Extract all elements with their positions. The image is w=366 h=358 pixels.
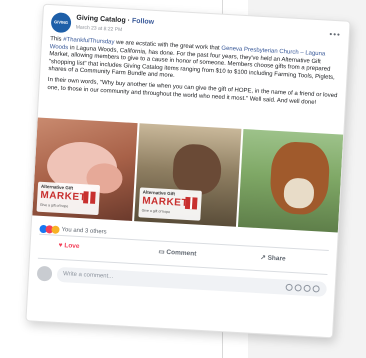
share-button[interactable]: ↗ Share <box>260 253 286 262</box>
camera-icon[interactable] <box>285 283 293 292</box>
page-avatar[interactable]: GIVING CATALOG <box>50 12 72 45</box>
gif-icon[interactable] <box>303 284 311 293</box>
page-name[interactable]: Giving Catalog <box>76 15 126 25</box>
follow-link[interactable]: Follow <box>132 18 155 26</box>
share-icon: ↗ <box>260 254 266 262</box>
post-date[interactable]: March 23 at 8:22 PM <box>76 25 123 34</box>
comment-box: Write a comment... <box>36 265 328 299</box>
comment-placeholder: Write a comment... <box>62 271 114 280</box>
heart-icon: ♥ <box>58 241 63 250</box>
cow-face-shape <box>283 177 315 210</box>
text-span: This <box>49 36 64 43</box>
love-button[interactable]: ♥ Love <box>58 242 79 250</box>
share-label: Share <box>267 254 286 263</box>
badge-sub-text: Give a gift of hope <box>39 202 69 209</box>
comment-icon: ▭ <box>158 248 165 256</box>
haha-reaction-icon <box>51 225 60 234</box>
comment-label: Comment <box>166 248 197 258</box>
badge-big-text: MARKET <box>40 189 87 204</box>
user-avatar <box>36 265 53 282</box>
photo-farming-tools[interactable]: Alternative Gift MARKET Give a gift of h… <box>134 123 242 227</box>
market-badge: Alternative Gift MARKET Give a gift of h… <box>138 187 202 221</box>
sticker-icon[interactable] <box>312 285 320 293</box>
more-options-icon[interactable]: ••• <box>329 30 341 40</box>
photo-piglets[interactable]: Alternative Gift MARKET Give a gift of h… <box>32 117 138 221</box>
photo-cow[interactable] <box>237 129 344 233</box>
page-name-line: Giving Catalog · Follow <box>76 15 154 26</box>
emoji-icon[interactable] <box>294 284 302 292</box>
photo-grid: Alternative Gift MARKET Give a gift of h… <box>32 117 344 233</box>
gift-icon <box>184 196 198 210</box>
reactions-count[interactable]: You and 3 others <box>61 227 106 236</box>
badge-sub-text: Give a gift of hope <box>141 208 171 215</box>
comment-button[interactable]: ▭ Comment <box>158 247 196 257</box>
love-label: Love <box>64 242 80 251</box>
gift-icon <box>83 191 96 204</box>
market-badge: Alternative Gift MARKET Give a gift of h… <box>36 181 101 216</box>
badge-big-text: MARKET <box>141 195 189 210</box>
facebook-post-card: GIVING CATALOG Giving Catalog · Follow M… <box>25 3 351 339</box>
hand-shape <box>171 143 223 196</box>
